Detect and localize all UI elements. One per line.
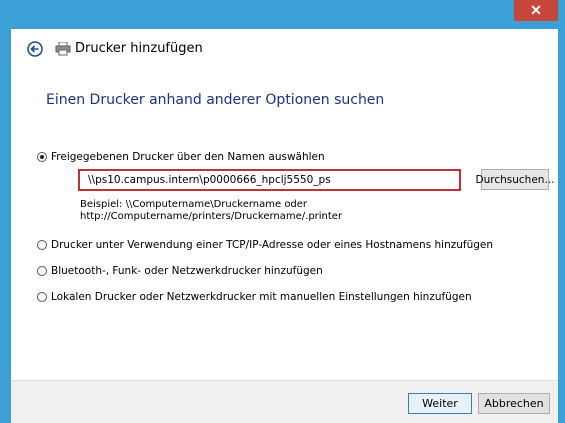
- option-bluetooth[interactable]: Bluetooth-, Funk- oder Netzwerkdrucker h…: [37, 265, 323, 277]
- dialog-footer: Weiter Abbrechen: [11, 380, 558, 423]
- example-hint: Beispiel: \\Computername\Druckername ode…: [80, 199, 342, 223]
- next-button[interactable]: Weiter: [408, 393, 472, 414]
- radio-shared-printer[interactable]: [37, 152, 47, 162]
- browse-button[interactable]: Durchsuchen...: [476, 169, 554, 190]
- radio-tcpip[interactable]: [37, 240, 47, 250]
- cancel-button[interactable]: Abbrechen: [478, 393, 550, 414]
- option-label: Drucker unter Verwendung einer TCP/IP-Ad…: [51, 239, 494, 251]
- printer-icon: [55, 42, 71, 56]
- dialog-title: Drucker hinzufügen: [75, 41, 203, 56]
- radio-bluetooth[interactable]: [37, 266, 47, 276]
- option-shared-printer[interactable]: Freigegebenen Drucker über den Namen aus…: [37, 151, 325, 163]
- option-local[interactable]: Lokalen Drucker oder Netzwerkdrucker mit…: [37, 291, 472, 303]
- option-label: Freigegebenen Drucker über den Namen aus…: [51, 151, 325, 163]
- close-icon: ✕: [530, 2, 542, 18]
- option-tcpip[interactable]: Drucker unter Verwendung einer TCP/IP-Ad…: [37, 239, 493, 251]
- close-button[interactable]: ✕: [514, 0, 558, 21]
- section-heading: Einen Drucker anhand anderer Optionen su…: [46, 92, 385, 108]
- window-titlebar: [0, 0, 565, 29]
- example-line-1: Beispiel: \\Computername\Druckername ode…: [80, 199, 308, 210]
- example-line-2: http://Computername/printers/Druckername…: [80, 211, 343, 222]
- option-label: Bluetooth-, Funk- oder Netzwerkdrucker h…: [51, 265, 323, 277]
- window-frame-left: [0, 29, 11, 423]
- back-arrow-icon[interactable]: [27, 41, 43, 57]
- window-frame-right: [558, 29, 565, 423]
- radio-local[interactable]: [37, 292, 47, 302]
- option-label: Lokalen Drucker oder Netzwerkdrucker mit…: [51, 291, 472, 303]
- dialog-content: Einen Drucker anhand anderer Optionen su…: [11, 69, 558, 380]
- printer-path-input[interactable]: \\ps10.campus.intern\p0000666_hpclj5550_…: [78, 169, 461, 191]
- dialog-header: Drucker hinzufügen: [11, 29, 558, 69]
